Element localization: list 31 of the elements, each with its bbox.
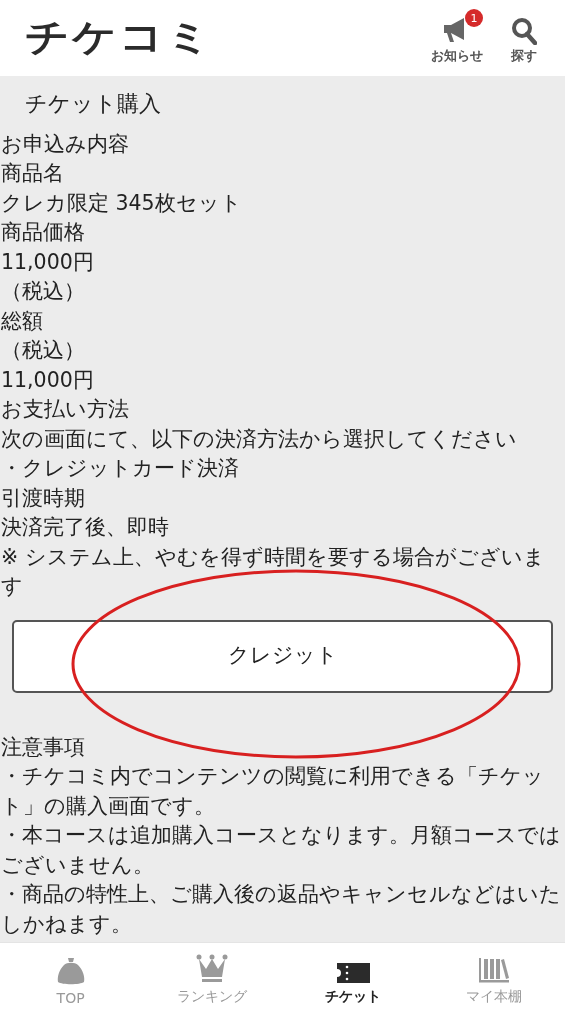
notification-button[interactable]: お知らせ 1 <box>429 9 489 65</box>
search-icon <box>511 17 537 45</box>
crown-icon <box>195 954 228 984</box>
detail-text: クレカ限定 345枚セット <box>0 189 243 217</box>
detail-text: （税込） <box>0 337 86 364</box>
bookshelf-icon <box>478 956 511 984</box>
detail-text: （税込） <box>0 278 86 305</box>
page-title: チケット購入 <box>24 90 162 118</box>
pouch-icon <box>55 956 86 986</box>
note-text: ・商品の特性上、ご購入後の返品やキャンセルなどはいたしかねます。 <box>0 881 562 938</box>
detail-text: 11,000円 <box>0 366 95 394</box>
detail-text: お支払い方法 <box>0 396 130 423</box>
detail-text: 11,000円 <box>0 248 95 276</box>
search-button[interactable]: 探す <box>509 9 543 65</box>
nav-tab[interactable]: チケット <box>282 943 424 1024</box>
detail-text: 総額 <box>0 307 44 335</box>
detail-text: 商品価格 <box>0 219 86 246</box>
detail-text: お申込み内容 <box>0 130 130 158</box>
detail-text: 引渡時期 <box>0 484 86 512</box>
credit-button[interactable]: クレジット <box>12 619 553 693</box>
detail-text: 商品名 <box>0 160 65 187</box>
ticket-icon <box>336 962 371 984</box>
detail-text: 次の画面にて、以下の決済方法から選択してください <box>0 425 518 453</box>
detail-text: ・クレジットカード決済 <box>0 455 240 482</box>
count-badge: 1 <box>465 9 483 27</box>
logo[interactable]: チケコミ <box>25 18 214 56</box>
detail-text: 決済完了後、即時 <box>0 514 170 541</box>
note-text: ・チケコミ内でコンテンツの閲覧に利用できる「チケット」の購入画面です。 <box>0 763 545 820</box>
detail-text: ※ システム上、やむを得ず時間を要する場合がございます <box>0 543 546 600</box>
note-text: ・本コースは追加購入コースとなります。月額コースではございません。 <box>0 822 562 879</box>
notes-heading: 注意事項 <box>0 733 86 761</box>
